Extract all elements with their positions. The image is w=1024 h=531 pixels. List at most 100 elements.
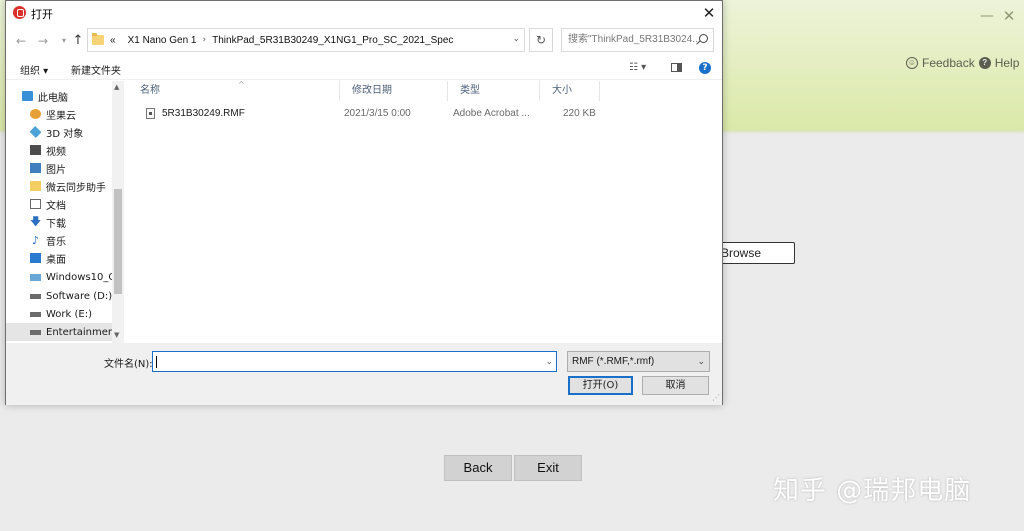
nav-item-label: 音乐 (46, 236, 66, 248)
navigation-pane: 此电脑 坚果云 3D 对象 视频 图片 微云同步助手 文档 🡇 下载 ♪ 音乐 桌面… (6, 81, 124, 343)
dialog-titlebar: 打开 ✕ (6, 1, 722, 25)
pictures-icon (30, 163, 41, 173)
recent-locations-icon[interactable]: ▾ (57, 34, 71, 48)
back-button[interactable]: Back (444, 455, 512, 481)
desktop-icon (30, 253, 41, 263)
file-modified: 2021/3/15 0:00 (344, 108, 411, 119)
drive-icon (30, 293, 41, 299)
nav-item-3d-objects[interactable]: 3D 对象 (6, 123, 112, 141)
text-cursor (156, 356, 157, 368)
download-icon: 🡇 (30, 214, 42, 228)
nav-item-software-d[interactable]: Software (D:) (6, 287, 112, 305)
file-size: 220 KB (563, 108, 596, 119)
filename-label: 文件名(N): (104, 359, 153, 370)
exit-button[interactable]: Exit (514, 455, 582, 481)
nav-item-videos[interactable]: 视频 (6, 141, 112, 159)
chevron-down-icon[interactable]: ⌄ (512, 34, 520, 44)
nav-item-label: 微云同步助手 (46, 182, 106, 194)
address-overflow[interactable]: « (110, 35, 116, 46)
file-list: 名称 ^ 修改日期 类型 大小 5R31B30249.RMF 2021/3/15 … (128, 80, 722, 343)
nav-item-documents[interactable]: 文档 (6, 195, 112, 213)
organize-menu[interactable]: 组织 ▾ (20, 62, 48, 77)
documents-icon (30, 199, 41, 209)
column-header-type[interactable]: 类型 (448, 81, 540, 101)
search-input[interactable]: 搜索"ThinkPad_5R31B3024... (561, 28, 714, 52)
column-header-size[interactable]: 大小 (540, 81, 600, 101)
nav-item-entertainment[interactable]: Entertainment (6, 323, 112, 341)
dialog-close-icon[interactable]: ✕ (698, 3, 720, 23)
scroll-down-icon[interactable]: ▼ (114, 331, 119, 339)
scroll-up-icon[interactable]: ▲ (114, 83, 119, 91)
app-help-area: ☺ Feedback ? Help (906, 56, 1019, 70)
nav-item-weiyun-sync[interactable]: 微云同步助手 (6, 177, 112, 195)
feedback-link[interactable]: Feedback (922, 56, 975, 70)
nav-item-label: Software (D:) (46, 290, 112, 302)
drive-icon (30, 329, 41, 335)
watermark: 知乎 @瑞邦电脑 (773, 476, 972, 506)
drive-icon (30, 311, 41, 317)
new-folder-button[interactable]: 新建文件夹 (71, 62, 121, 77)
nav-item-this-pc[interactable]: 此电脑 (6, 87, 112, 105)
file-icon (146, 108, 155, 119)
cancel-button[interactable]: 取消 (642, 376, 709, 395)
open-button[interactable]: 打开(O) (568, 376, 633, 395)
resize-grip-icon[interactable]: ⋰ (712, 393, 720, 402)
address-bar[interactable]: « X1 Nano Gen 1 › ThinkPad_5R31B30249_X1… (87, 28, 525, 52)
close-icon[interactable]: ✕ (999, 6, 1019, 26)
nav-item-label: 下载 (46, 218, 66, 230)
nav-scrollbar[interactable]: ▲ ▼ (112, 81, 124, 343)
dialog-footer: 文件名(N): ⌄ RMF (*.RMF,*.rmf) ⌄ 打开(O) 取消 ⋰ (6, 343, 722, 405)
nav-item-label: Entertainment (46, 326, 112, 338)
nav-item-music[interactable]: ♪ 音乐 (6, 231, 112, 249)
filetype-value: RMF (*.RMF,*.rmf) (572, 356, 655, 367)
app-logo-icon (13, 6, 26, 19)
file-type: Adobe Acrobat ... (453, 108, 530, 119)
browse-button[interactable]: Browse (714, 242, 795, 264)
folder-icon (92, 33, 104, 45)
nav-item-nut-cloud[interactable]: 坚果云 (6, 105, 112, 123)
help-icon[interactable]: ? (699, 62, 711, 74)
windows-drive-icon (30, 273, 41, 281)
nav-item-work-e[interactable]: Work (E:) (6, 305, 112, 323)
nav-item-downloads[interactable]: 🡇 下载 (6, 213, 112, 231)
filetype-select[interactable]: RMF (*.RMF,*.rmf) ⌄ (567, 351, 710, 372)
back-arrow-icon[interactable]: ← (14, 34, 28, 48)
navigation-bar: ← → ▾ ↑ « X1 Nano Gen 1 › ThinkPad_5R31B… (6, 25, 722, 55)
chevron-right-icon: › (202, 35, 207, 45)
chevron-down-icon: ⌄ (697, 356, 705, 366)
help-link[interactable]: Help (995, 56, 1020, 70)
search-placeholder: 搜索"ThinkPad_5R31B3024... (568, 34, 701, 45)
forward-arrow-icon[interactable]: → (36, 34, 50, 48)
music-icon: ♪ (31, 233, 40, 247)
preview-pane-icon[interactable] (671, 63, 682, 72)
file-open-dialog: 打开 ✕ ← → ▾ ↑ « X1 Nano Gen 1 › ThinkPad_… (5, 0, 723, 405)
chevron-down-icon[interactable]: ⌄ (545, 353, 553, 372)
address-segment[interactable]: X1 Nano Gen 1 (128, 35, 197, 46)
file-row[interactable]: 5R31B30249.RMF 2021/3/15 0:00 Adobe Acro… (128, 105, 722, 123)
nut-cloud-icon (30, 109, 41, 119)
nav-item-windows10-os[interactable]: Windows10_OS (6, 268, 112, 286)
column-header-name[interactable]: 名称 ^ (128, 80, 340, 101)
minimize-icon[interactable]: — (977, 6, 997, 26)
view-options-icon[interactable]: ☷ ▾ (629, 62, 646, 73)
sync-folder-icon (30, 181, 41, 191)
search-icon (699, 34, 708, 43)
feedback-icon: ☺ (906, 57, 918, 69)
nav-item-label: 视频 (46, 146, 66, 158)
up-arrow-icon[interactable]: ↑ (71, 34, 85, 48)
nav-item-label: 此电脑 (38, 92, 68, 104)
nav-item-label: 桌面 (46, 254, 66, 266)
nav-item-label: 坚果云 (46, 110, 76, 122)
column-header-modified[interactable]: 修改日期 (340, 81, 448, 101)
dialog-toolbar: 组织 ▾ 新建文件夹 ☷ ▾ ? (6, 56, 722, 80)
help-icon: ? (978, 57, 991, 69)
nav-item-label: 3D 对象 (46, 128, 84, 140)
nav-item-label: Work (E:) (46, 308, 92, 320)
refresh-icon[interactable]: ↻ (529, 28, 553, 52)
scrollbar-thumb[interactable] (114, 189, 122, 294)
nav-item-label: 图片 (46, 164, 66, 176)
nav-item-pictures[interactable]: 图片 (6, 159, 112, 177)
nav-item-desktop[interactable]: 桌面 (6, 249, 112, 267)
address-segment[interactable]: ThinkPad_5R31B30249_X1NG1_Pro_SC_2021_Sp… (212, 35, 453, 46)
filename-input[interactable]: ⌄ (152, 351, 557, 372)
